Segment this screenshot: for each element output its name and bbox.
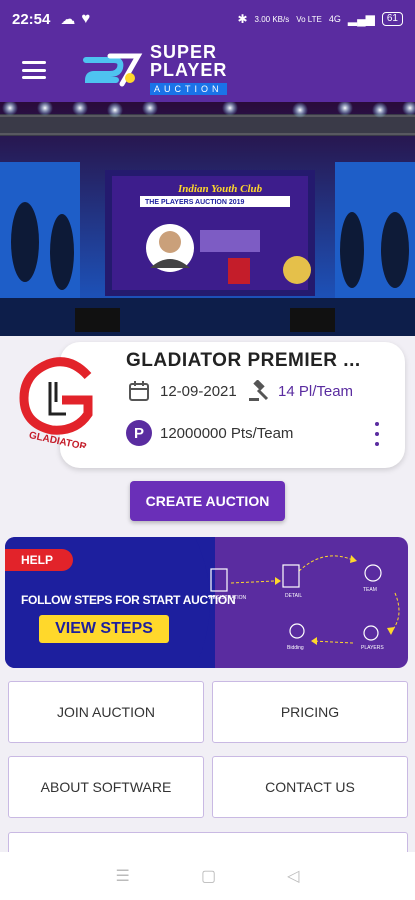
- join-auction-button[interactable]: JOIN AUCTION: [8, 681, 204, 743]
- logo-text-player: PLAYER: [150, 60, 228, 80]
- menu-icon[interactable]: [22, 61, 46, 79]
- stage-illustration: Indian Youth Club THE PLAYERS AUCTION 20…: [0, 102, 415, 336]
- logo-mark-icon: [83, 53, 143, 87]
- signal-icon: ▂▄▆: [347, 12, 375, 26]
- logo-text-super: SUPER: [150, 42, 218, 62]
- view-steps-button[interactable]: VIEW STEPS: [39, 615, 169, 643]
- points-per-team-value: 12000000 Pts/Team: [160, 424, 294, 442]
- step-players: PLAYERS: [361, 645, 384, 651]
- gavel-icon: [249, 380, 269, 401]
- auction-title: GLADIATOR PREMIER ...: [126, 350, 361, 371]
- network-type: Vo LTE: [296, 14, 322, 24]
- contact-us-button[interactable]: CONTACT US: [212, 756, 408, 818]
- cloud-icon: ☁: [60, 11, 76, 28]
- signal-label: 4G: [328, 14, 341, 24]
- step-bidding: Bidding: [287, 645, 304, 651]
- network-speed: 3.00 KB/s: [254, 14, 290, 24]
- event-banner: Indian Youth Club THE PLAYERS AUCTION 20…: [0, 102, 415, 336]
- step-team: TEAM: [363, 587, 377, 593]
- calendar-icon: [129, 381, 149, 401]
- team-logo: GLADIATOR: [19, 357, 96, 448]
- create-auction-button[interactable]: CREATE AUCTION: [130, 481, 285, 521]
- back-icon[interactable]: ◁: [287, 866, 299, 886]
- recent-apps-icon[interactable]: ☰: [116, 866, 130, 886]
- status-bar: 22:54 ☁ ♥ ✱ 3.00 KB/s Vo LTE 4G ▂▄▆ 61: [0, 0, 415, 38]
- menu-button-partial[interactable]: [8, 832, 408, 852]
- banner-headline: Indian Youth Club: [177, 183, 263, 195]
- step-registration: REGISTRATION: [209, 595, 247, 601]
- pricing-button[interactable]: PRICING: [212, 681, 408, 743]
- players-per-team-value: 14 Pl/Team: [278, 382, 354, 400]
- home-icon[interactable]: ▢: [201, 866, 216, 886]
- points-per-team: P 12000000 Pts/Team: [126, 420, 293, 446]
- steps-diagram: REGISTRATION DETAIL TEAM PLAYERS Bidding: [209, 555, 400, 651]
- bluetooth-icon: ✱: [237, 12, 248, 26]
- banner-subhead: THE PLAYERS AUCTION 2019: [145, 199, 245, 206]
- about-software-button[interactable]: ABOUT SOFTWARE: [8, 756, 204, 818]
- heart-icon: ♥: [81, 10, 91, 27]
- auction-date-value: 12-09-2021: [160, 382, 237, 400]
- status-time: 22:54: [12, 10, 51, 28]
- battery-indicator: 61: [381, 12, 403, 26]
- logo-text-auction: AUCTION: [150, 83, 227, 95]
- help-tag: HELP: [5, 549, 73, 571]
- more-options-icon[interactable]: [370, 422, 384, 446]
- app-logo: SUPER PLAYER AUCTION: [80, 43, 227, 97]
- points-badge-icon: P: [126, 420, 152, 446]
- step-detail: DETAIL: [285, 593, 302, 599]
- players-per-team: 14 Pl/Team: [248, 380, 353, 402]
- help-banner[interactable]: HELP FOLLOW STEPS FOR START AUCTION VIEW…: [5, 537, 408, 668]
- system-nav-bar: ☰ ▢ ◁: [0, 852, 415, 900]
- app-bar: SUPER PLAYER AUCTION: [0, 38, 415, 102]
- auction-date: 12-09-2021: [128, 380, 237, 402]
